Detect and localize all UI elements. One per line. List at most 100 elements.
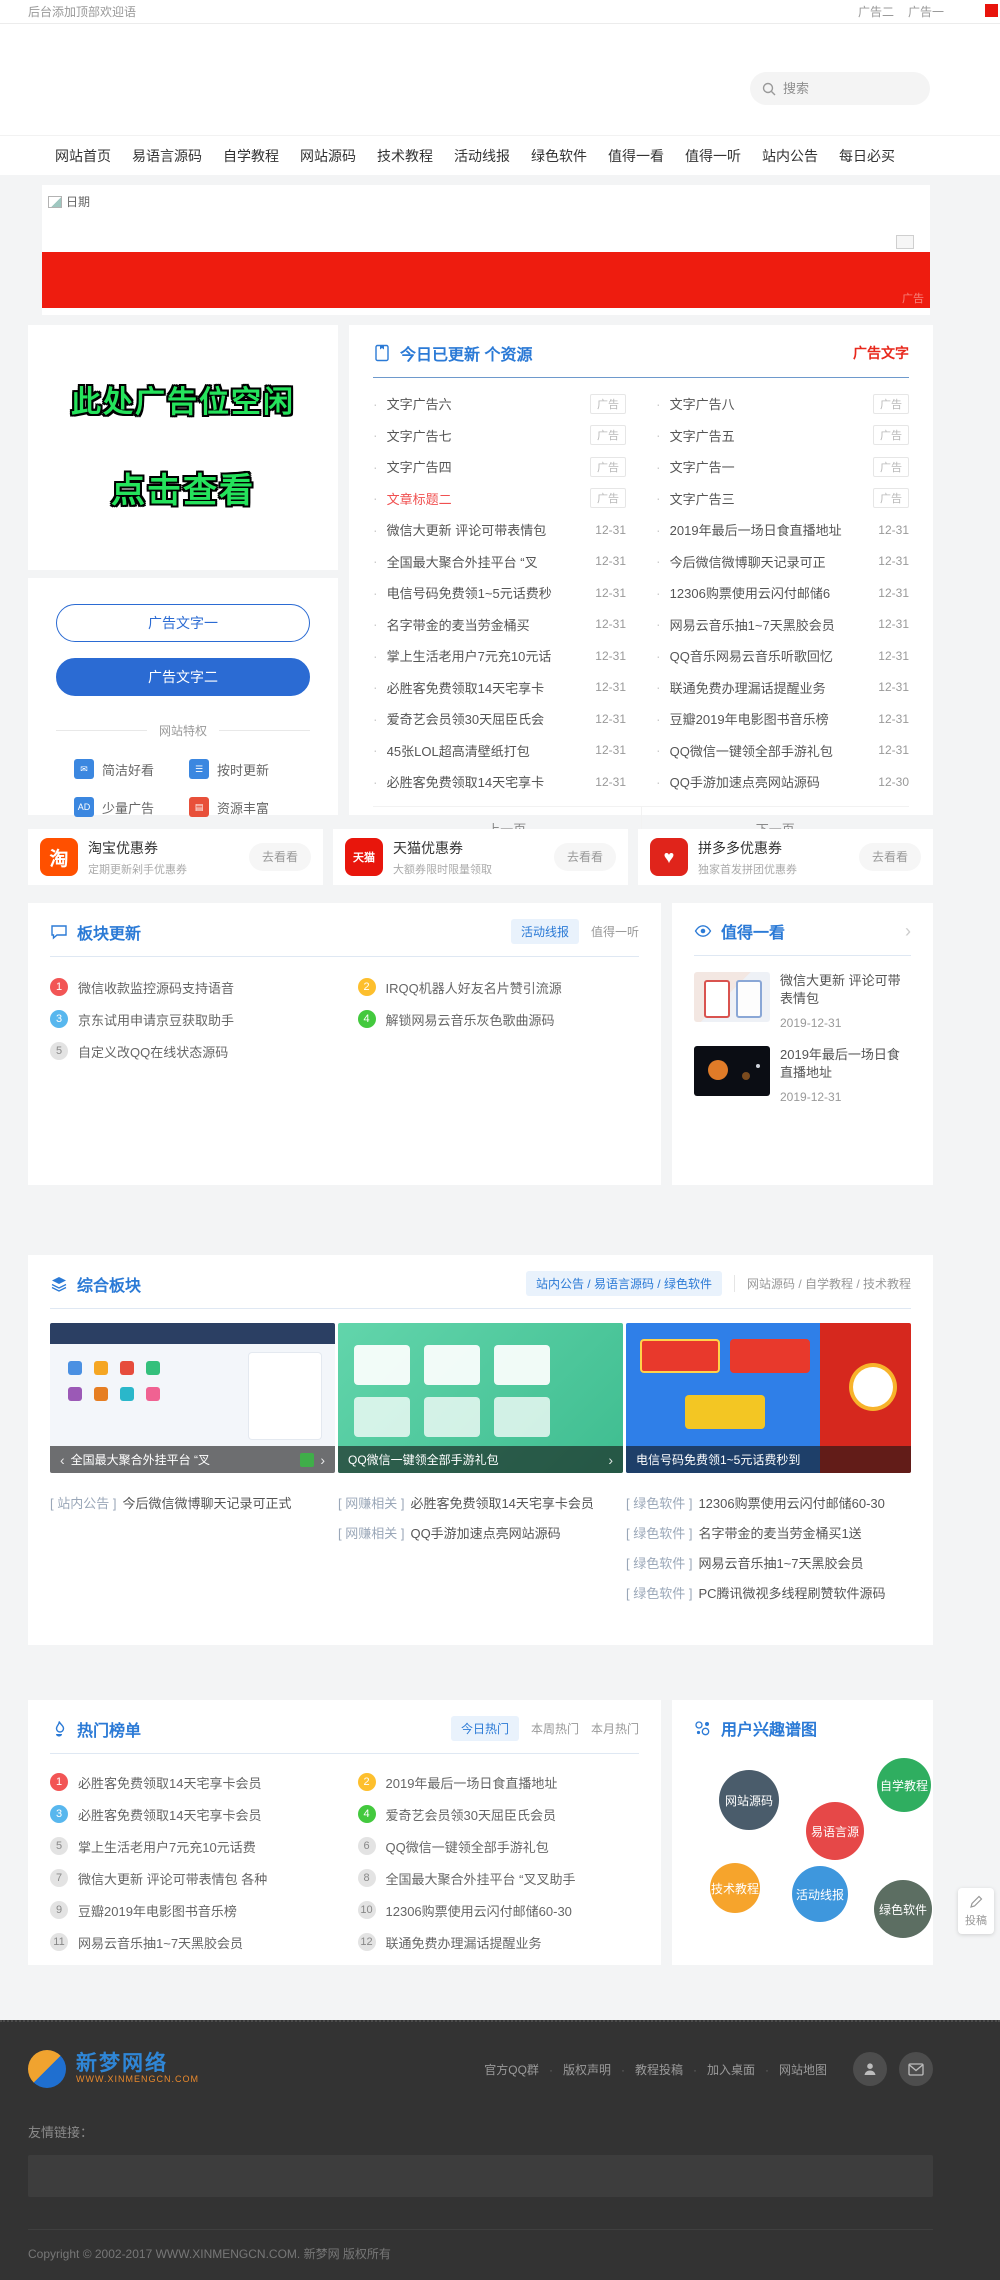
- hot-link[interactable]: 微信大更新 评论可带表情包 各种: [78, 1869, 267, 1888]
- bubble-green-software[interactable]: 绿色软件: [874, 1880, 932, 1938]
- board-link[interactable]: IRQQ机器人好友名片赞引流源: [386, 978, 562, 997]
- board-link[interactable]: 解锁网易云音乐灰色歌曲源码: [386, 1010, 555, 1029]
- ad-link[interactable]: 文字广告一: [670, 457, 865, 476]
- article-link[interactable]: 45张LOL超高清壁纸打包: [387, 741, 588, 760]
- article-link[interactable]: 微信大更新 评论可带表情包: [387, 520, 588, 539]
- article-link[interactable]: 12306购票使用云闪付邮储60-30: [698, 1493, 884, 1512]
- article-link[interactable]: 名字带金的麦当劳金桶买1送: [698, 1523, 861, 1542]
- footer-link-qq-group[interactable]: 官方QQ群: [484, 2063, 539, 2077]
- article-link[interactable]: 必胜客免费领取14天宅享卡会员: [410, 1493, 593, 1512]
- article-link[interactable]: 联通免费办理漏话提醒业务: [670, 678, 871, 697]
- ad-link[interactable]: 文章标题二: [387, 489, 582, 508]
- ad-link[interactable]: 文字广告五: [670, 426, 865, 445]
- tab-activity[interactable]: 活动线报: [511, 919, 579, 944]
- worth-item[interactable]: 2019年最后一场日食直播地址2019-12-31: [694, 1046, 911, 1104]
- article-link[interactable]: 2019年最后一场日食直播地址: [670, 520, 871, 539]
- article-link[interactable]: QQ手游加速点亮网站源码: [410, 1523, 560, 1542]
- footer-link-desktop[interactable]: 加入桌面: [707, 2063, 755, 2077]
- article-link[interactable]: QQ音乐网易云音乐听歌回忆: [670, 646, 871, 665]
- nav-item-yuyan[interactable]: 易语言源码: [132, 146, 202, 166]
- article-link[interactable]: 今后微信微博聊天记录可正式: [122, 1493, 291, 1512]
- footer-link-copyright[interactable]: 版权声明: [563, 2063, 611, 2077]
- hot-link[interactable]: 联通免费办理漏话提醒业务: [386, 1933, 542, 1952]
- hot-link[interactable]: 2019年最后一场日食直播地址: [386, 1773, 558, 1792]
- worth-item[interactable]: 微信大更新 评论可带表情包2019-12-31: [694, 972, 911, 1030]
- article-link[interactable]: 全国最大聚合外挂平台 “叉: [387, 552, 588, 571]
- hot-link[interactable]: 网易云音乐抽1~7天黑胶会员: [78, 1933, 243, 1952]
- hot-link[interactable]: 爱奇艺会员领30天屈臣氏会员: [386, 1805, 556, 1824]
- ad-text-button-1[interactable]: 广告文字一: [56, 604, 310, 642]
- nav-item-tech[interactable]: 技术教程: [377, 146, 433, 166]
- board-link[interactable]: 微信收款监控源码支持语音: [78, 978, 234, 997]
- hot-link[interactable]: 必胜客免费领取14天宅享卡会员: [78, 1805, 261, 1824]
- article-link[interactable]: 网易云音乐抽1~7天黑胶会员: [698, 1553, 863, 1572]
- contact-person-button[interactable]: [853, 2052, 887, 2086]
- ad-link[interactable]: 文字广告三: [670, 489, 865, 508]
- slider-card[interactable]: 电信号码免费领1~5元话费秒到: [626, 1323, 911, 1473]
- ad-text-button-2[interactable]: 广告文字二: [56, 658, 310, 696]
- article-link[interactable]: 掌上生活老用户7元充10元话: [387, 646, 588, 665]
- search-input[interactable]: [783, 81, 903, 96]
- article-link[interactable]: 豆瓣2019年电影图书音乐榜: [670, 709, 871, 728]
- go-see-button[interactable]: 去看看: [554, 843, 616, 871]
- carousel-next-icon[interactable]: ›: [608, 1452, 613, 1468]
- ad-words-link[interactable]: 广告文字: [853, 343, 909, 363]
- footer-logo[interactable]: 新梦网络 WWW.XINMENGCN.COM: [28, 2050, 199, 2088]
- category-links-active[interactable]: 站内公告 / 易语言源码 / 绿色软件: [526, 1271, 722, 1296]
- hot-link[interactable]: 全国最大聚合外挂平台 “叉叉助手: [386, 1869, 576, 1888]
- carousel-next-icon[interactable]: ›: [320, 1452, 325, 1468]
- article-link[interactable]: 网易云音乐抽1~7天黑胶会员: [670, 615, 871, 634]
- article-link[interactable]: 必胜客免费领取14天宅享卡: [387, 678, 588, 697]
- article-link[interactable]: 今后微信微博聊天记录可正: [670, 552, 871, 571]
- article-link[interactable]: QQ微信一键领全部手游礼包: [670, 741, 871, 760]
- slider-card[interactable]: QQ微信一键领全部手游礼包 ›: [338, 1323, 623, 1473]
- hot-link[interactable]: 12306购票使用云闪付邮储60-30: [386, 1901, 572, 1920]
- bubble-tech-tutorial[interactable]: 技术教程: [710, 1863, 760, 1913]
- ad-link[interactable]: 文字广告八: [670, 394, 865, 413]
- chevron-right-icon[interactable]: ›: [905, 921, 911, 942]
- hot-link[interactable]: 必胜客免费领取14天宅享卡会员: [78, 1773, 261, 1792]
- footer-link-sitemap[interactable]: 网站地图: [779, 2063, 827, 2077]
- bubble-website-source[interactable]: 网站源码: [719, 1770, 779, 1830]
- article-link[interactable]: 爱奇艺会员领30天屈臣氏会: [387, 709, 588, 728]
- search-box[interactable]: [750, 72, 930, 105]
- article-link[interactable]: PC腾讯微视多线程刷赞软件源码: [698, 1583, 885, 1602]
- ad-link[interactable]: 文字广告六: [387, 394, 582, 413]
- submit-post-button[interactable]: 投稿: [958, 1888, 994, 1934]
- article-link[interactable]: 名字带金的麦当劳金桶买: [387, 615, 588, 634]
- hot-link[interactable]: QQ微信一键领全部手游礼包: [386, 1837, 549, 1856]
- go-see-button[interactable]: 去看看: [249, 843, 311, 871]
- board-link[interactable]: 京东试用申请京豆获取助手: [78, 1010, 234, 1029]
- footer-link-submit[interactable]: 教程投稿: [635, 2063, 683, 2077]
- nav-item-software[interactable]: 绿色软件: [531, 146, 587, 166]
- tab-month-hot[interactable]: 本月热门: [591, 1720, 639, 1737]
- mail-button[interactable]: [899, 2052, 933, 2086]
- hot-link[interactable]: 掌上生活老用户7元充10元话费: [78, 1837, 256, 1856]
- ad-link[interactable]: 文字广告四: [387, 457, 582, 476]
- hot-link[interactable]: 豆瓣2019年电影图书音乐榜: [78, 1901, 237, 1920]
- article-link[interactable]: 必胜客免费领取14天宅享卡: [387, 772, 588, 791]
- nav-item-home[interactable]: 网站首页: [55, 146, 111, 166]
- category-links-muted[interactable]: 网站源码 / 自学教程 / 技术教程: [734, 1275, 911, 1292]
- tab-worth-listen[interactable]: 值得一听: [591, 923, 639, 940]
- nav-item-worth-see[interactable]: 值得一看: [608, 146, 664, 166]
- topbar-ad1-link[interactable]: 广告一: [908, 3, 944, 20]
- nav-item-daily-buy[interactable]: 每日必买: [839, 146, 895, 166]
- bubble-yiyuyan[interactable]: 易语言源: [806, 1802, 864, 1860]
- nav-item-activity[interactable]: 活动线报: [454, 146, 510, 166]
- bubble-activity[interactable]: 活动线报: [792, 1866, 848, 1922]
- board-link[interactable]: 自定义改QQ在线状态源码: [78, 1042, 228, 1061]
- topbar-ad2-link[interactable]: 广告二: [858, 3, 894, 20]
- go-see-button[interactable]: 去看看: [859, 843, 921, 871]
- bubble-self-study[interactable]: 自学教程: [877, 1758, 931, 1812]
- nav-item-notice[interactable]: 站内公告: [762, 146, 818, 166]
- nav-item-source[interactable]: 网站源码: [300, 146, 356, 166]
- empty-ad-slot[interactable]: 此处广告位空闲 点击查看: [28, 325, 338, 570]
- tab-week-hot[interactable]: 本周热门: [531, 1720, 579, 1737]
- article-link[interactable]: 12306购票使用云闪付邮储6: [670, 583, 871, 602]
- tab-today-hot[interactable]: 今日热门: [451, 1716, 519, 1741]
- article-link[interactable]: QQ手游加速点亮网站源码: [670, 772, 871, 791]
- nav-item-worth-listen[interactable]: 值得一听: [685, 146, 741, 166]
- carousel-prev-icon[interactable]: ‹: [60, 1452, 65, 1468]
- ad-link[interactable]: 文字广告七: [387, 426, 582, 445]
